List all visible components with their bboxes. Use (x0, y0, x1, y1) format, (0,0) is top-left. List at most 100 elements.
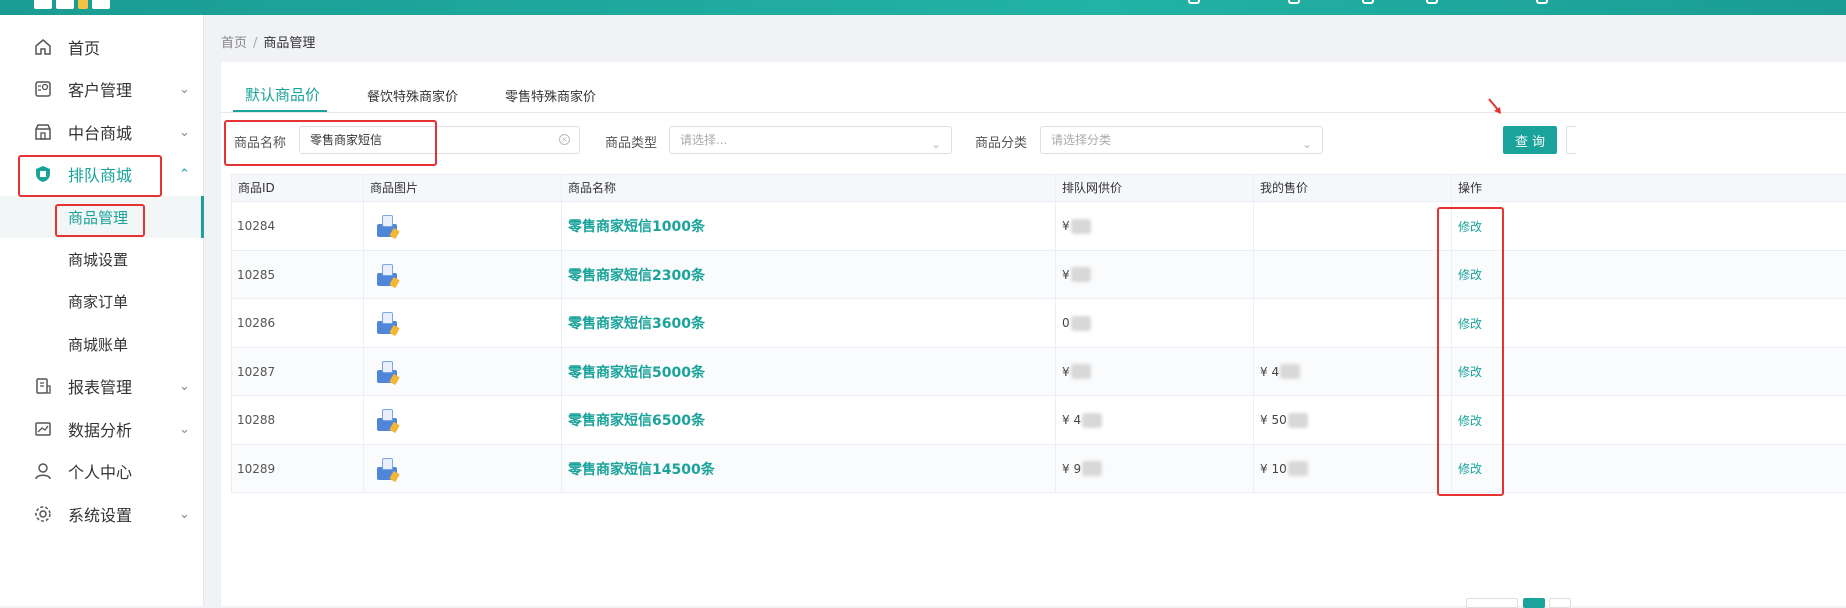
table-body: 10284 零售商家短信1000条 ¥ 修改 10285 零售商家短信2300条 ¥ 修改 10… (232, 202, 1846, 493)
header-icon-2[interactable] (1288, 0, 1300, 4)
tab-catering-merchant-price[interactable]: 餐饮特殊商家价 (367, 86, 458, 105)
sidebar-item-queue-mall[interactable]: 排队商城 ⌃ (0, 149, 204, 199)
cell-product-name: 零售商家短信6500条 (562, 396, 1056, 444)
cell-supply-price: ¥ (1056, 202, 1254, 250)
cell-product-name: 零售商家短信5000条 (562, 347, 1056, 396)
product-category-select[interactable]: 请选择分类 ⌄ (1040, 126, 1323, 154)
sidebar-subitem-label: 商城账单 (68, 336, 129, 354)
header-icon-3[interactable] (1362, 0, 1374, 4)
cell-product-name: 零售商家短信3600条 (562, 299, 1056, 347)
product-thumbnail[interactable] (373, 358, 401, 386)
sidebar-subitem-label: 商城设置 (68, 251, 129, 269)
sidebar-subitem-label: 商品管理 (68, 209, 129, 227)
column-header-name[interactable]: 商品名称 (562, 175, 1056, 202)
cell-product-image (364, 250, 562, 299)
product-thumbnail[interactable] (373, 406, 401, 434)
product-thumbnail[interactable] (373, 261, 401, 289)
product-thumbnail[interactable] (373, 212, 401, 240)
supply-price-text: 0 (1062, 316, 1070, 330)
brand-logo (34, 0, 154, 9)
column-header-actions[interactable]: 操作 (1452, 175, 1846, 202)
customer-icon (33, 79, 53, 99)
sidebar-subitem-products[interactable]: 商品管理 (0, 196, 204, 238)
product-name-value: 零售商家短信 (310, 133, 383, 147)
my-price-text: ¥ 50 (1260, 413, 1287, 427)
redacted-value (1280, 364, 1301, 379)
edit-link[interactable]: 修改 (1458, 218, 1482, 235)
cell-product-name: 零售商家短信14500条 (562, 444, 1056, 493)
tab-default-price[interactable]: 默认商品价 (245, 84, 320, 105)
sidebar-subitem-mall-settings[interactable]: 商城设置 (0, 238, 204, 280)
cell-product-id: 10289 (232, 444, 364, 493)
cell-product-id: 10285 (232, 250, 364, 299)
edit-link[interactable]: 修改 (1458, 460, 1482, 477)
product-id-text: 10288 (237, 413, 276, 427)
product-thumbnail[interactable] (373, 309, 401, 337)
gear-icon (33, 504, 53, 524)
product-id-text: 10289 (237, 461, 276, 476)
table-row: 10286 零售商家短信3600条 0 修改 (232, 299, 1846, 348)
cell-my-price: ¥ 4 (1254, 347, 1452, 396)
cell-my-price (1254, 299, 1452, 347)
my-price-text: ¥ 4 (1260, 364, 1280, 379)
product-type-label: 商品类型 (605, 136, 658, 151)
column-header-supply-price[interactable]: 排队网供价 (1056, 175, 1254, 202)
cell-actions: 修改 (1452, 251, 1846, 299)
product-type-select[interactable]: 请选择... ⌄ (669, 126, 952, 154)
redacted-value (1070, 364, 1091, 379)
chevron-down-icon: ⌄ (179, 378, 190, 394)
column-header-id[interactable]: 商品ID (232, 175, 364, 202)
cell-my-price: ¥ 10 (1254, 444, 1452, 493)
cell-actions: 修改 (1452, 445, 1846, 493)
product-table: 商品ID 商品图片 商品名称 排队网供价 我的售价 操作 10284 零售商家短信… (231, 174, 1846, 493)
sidebar-subitem-merchant-orders[interactable]: 商家订单 (0, 280, 204, 322)
chevron-down-icon: ⌄ (179, 421, 190, 437)
reset-button-edge[interactable] (1566, 126, 1576, 154)
edit-link[interactable]: 修改 (1458, 266, 1482, 283)
sidebar-item-system-settings[interactable]: 系统设置 ⌄ (0, 489, 204, 539)
pagination-next[interactable] (1549, 598, 1571, 608)
product-name-link[interactable]: 零售商家短信3600条 (568, 313, 705, 333)
product-name-link[interactable]: 零售商家短信6500条 (568, 410, 705, 430)
product-name-link[interactable]: 零售商家短信1000条 (568, 216, 705, 236)
tab-retail-merchant-price[interactable]: 零售特殊商家价 (505, 86, 596, 105)
sidebar-subitem-mall-bills[interactable]: 商城账单 (0, 323, 204, 365)
breadcrumb-separator: / (253, 36, 258, 51)
sidebar-subitem-label: 商家订单 (68, 293, 129, 311)
table-row: 10289 零售商家短信14500条 ¥ 9 ¥ 10 修改 (232, 444, 1846, 493)
header-icon-1[interactable] (1188, 0, 1200, 4)
sidebar-item-label: 报表管理 (68, 378, 133, 397)
product-thumbnail[interactable] (373, 455, 401, 483)
column-header-image[interactable]: 商品图片 (364, 175, 562, 202)
product-name-link[interactable]: 零售商家短信5000条 (568, 362, 705, 382)
breadcrumb-home[interactable]: 首页 (221, 36, 247, 51)
cell-product-image (364, 444, 562, 493)
edit-link[interactable]: 修改 (1458, 412, 1482, 429)
pagination-prev[interactable] (1466, 598, 1518, 608)
table-row: 10288 零售商家短信6500条 ¥ 4 ¥ 50 修改 (232, 396, 1846, 445)
header-icon-4[interactable] (1426, 0, 1438, 4)
product-id-text: 10287 (237, 364, 276, 379)
product-id-text: 10286 (237, 316, 276, 330)
cell-product-id: 10287 (232, 347, 364, 396)
sidebar-menu: 首页 客户管理 ⌄ 中台商城 ⌄ 排队商城 ⌃ 商品管理 商城设置 商家订单 商… (0, 15, 204, 606)
redacted-value (1082, 461, 1103, 476)
edit-link[interactable]: 修改 (1458, 363, 1482, 380)
chart-icon (33, 419, 53, 439)
table-header: 商品ID 商品图片 商品名称 排队网供价 我的售价 操作 (232, 175, 1846, 202)
cell-supply-price: ¥ 4 (1056, 396, 1254, 444)
product-name-input[interactable]: 零售商家短信 × (299, 126, 580, 154)
sidebar-item-label: 客户管理 (68, 81, 133, 100)
pagination-current-page[interactable] (1523, 598, 1545, 608)
product-name-link[interactable]: 零售商家短信2300条 (568, 265, 705, 285)
sidebar-item-label: 排队商城 (68, 166, 133, 185)
edit-link[interactable]: 修改 (1458, 315, 1482, 332)
cell-actions: 修改 (1452, 299, 1846, 347)
column-header-my-price[interactable]: 我的售价 (1254, 175, 1452, 202)
clear-icon[interactable]: × (559, 134, 570, 145)
product-name-link[interactable]: 零售商家短信14500条 (568, 459, 715, 479)
cell-product-id: 10284 (232, 202, 364, 250)
header-icon-5[interactable] (1536, 0, 1548, 4)
query-button[interactable]: 查询 (1503, 126, 1557, 154)
cell-my-price: ¥ 50 (1254, 396, 1452, 444)
